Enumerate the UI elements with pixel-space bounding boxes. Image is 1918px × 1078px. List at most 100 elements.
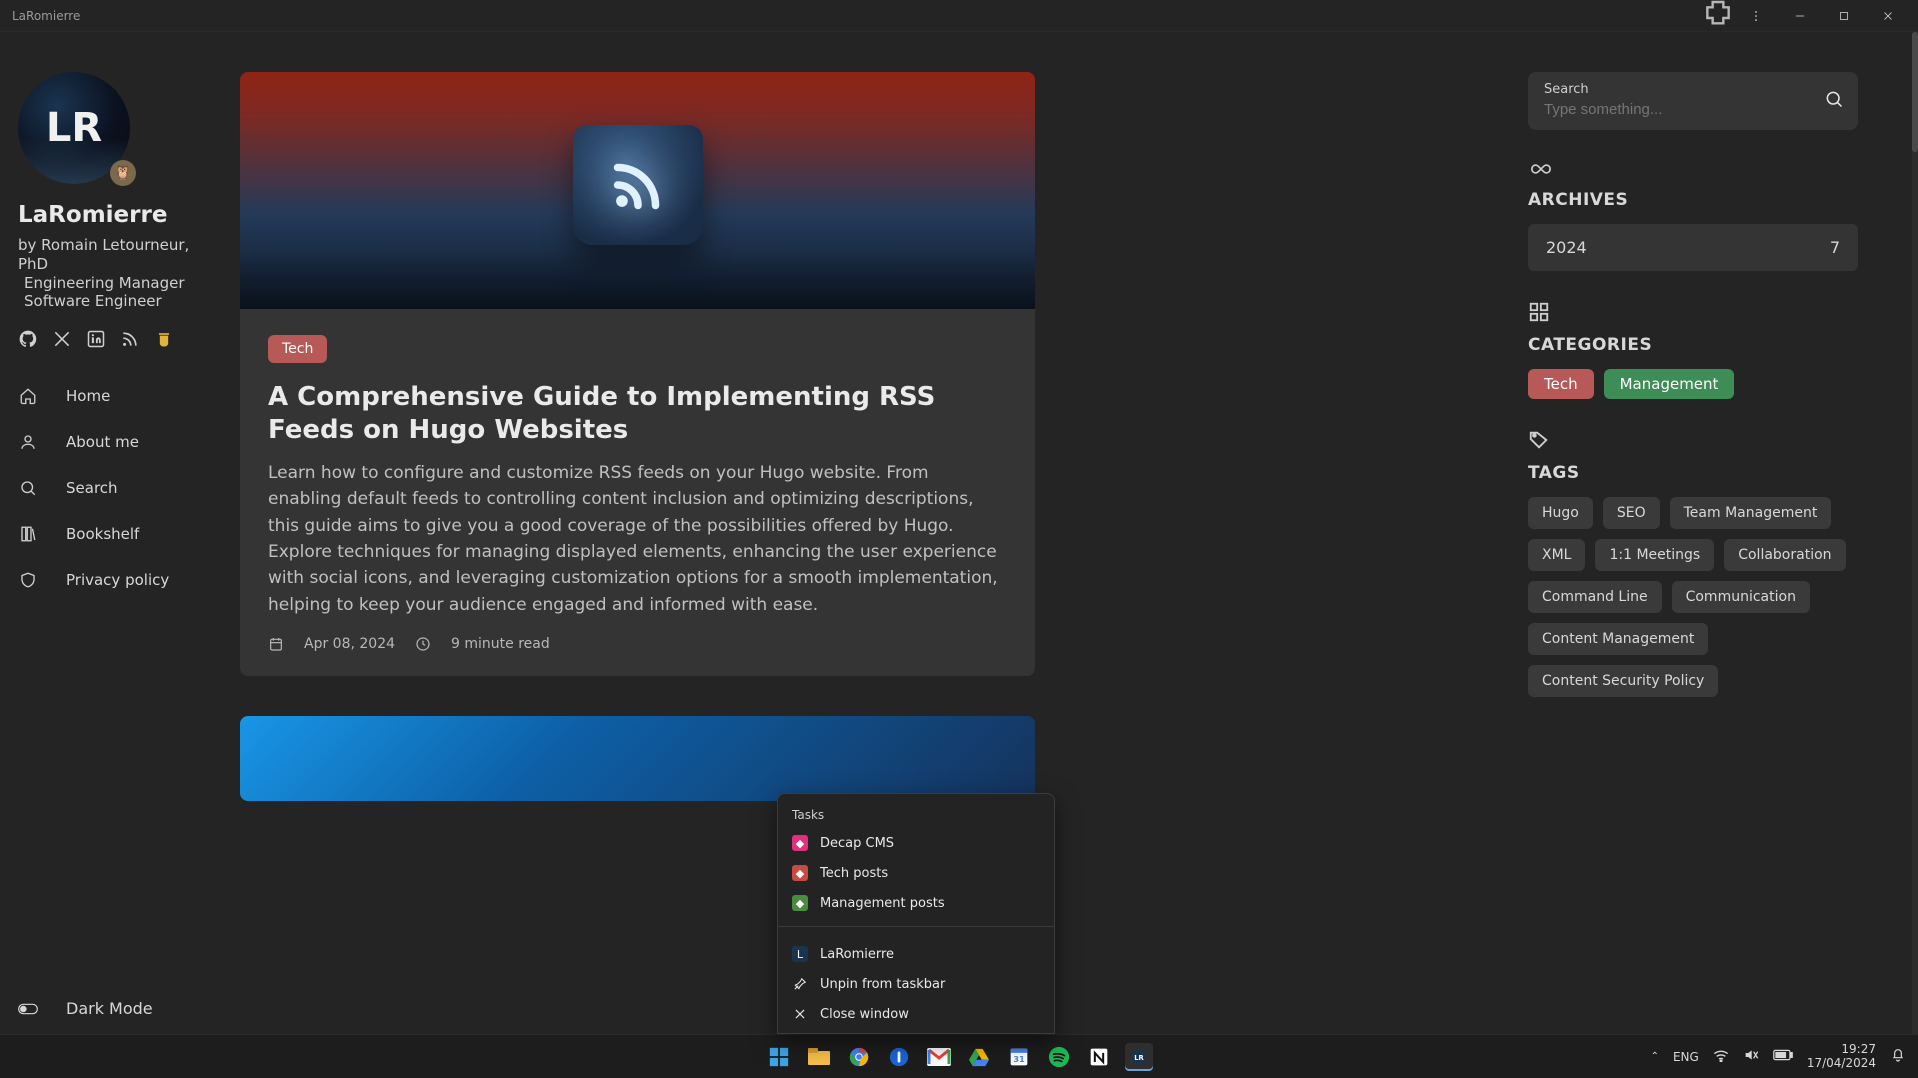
post-date: Apr 08, 2024 [304,636,395,652]
archive-count: 7 [1830,238,1840,257]
jumplist-task-label: Decap CMS [820,836,894,851]
jumplist-task-label: Management posts [820,896,945,911]
battery-icon[interactable] [1773,1049,1793,1064]
minimize-button[interactable] [1778,2,1822,30]
tag-chip[interactable]: Team Management [1670,497,1832,529]
archives-heading: ARCHIVES [1528,190,1858,210]
coffee-icon[interactable] [154,329,174,349]
notion-icon[interactable] [1085,1043,1113,1071]
svg-text:31: 31 [1013,1054,1025,1064]
jumplist-tasks-header: Tasks [778,802,1054,828]
dark-mode-label: Dark Mode [66,999,153,1018]
taskbar-jumplist: Tasks ◆ Decap CMS ◆ Tech posts ◆ Managem… [777,793,1055,1034]
taskbar-clock[interactable]: 19:27 17/04/2024 [1807,1043,1876,1071]
search-box[interactable]: Search [1528,72,1858,130]
toggle-icon [18,1002,38,1016]
taskbar: 31 LR ⌃ ENG 19:27 17/04/2024 [0,1034,1918,1078]
tag-chip[interactable]: Hugo [1528,497,1593,529]
tag-chip[interactable]: Content Security Policy [1528,665,1718,697]
archive-year: 2024 [1546,238,1587,257]
nav-menu: Home About me Search Bookshelf Privacy p… [18,377,222,599]
wifi-icon[interactable] [1713,1048,1729,1065]
nav-bookshelf[interactable]: Bookshelf [18,515,222,553]
nav-about[interactable]: About me [18,423,222,461]
start-button[interactable] [765,1043,793,1071]
site-title[interactable]: LaRomierre [18,202,222,228]
task-app-icon: ◆ [792,895,808,911]
close-icon [792,1006,808,1022]
post-card-next[interactable] [240,716,1035,801]
notifications-icon[interactable] [1890,1047,1906,1066]
tag-chip[interactable]: Communication [1672,581,1810,613]
task-app-icon: ◆ [792,865,808,881]
close-window-button[interactable] [1866,2,1910,30]
unpin-icon [792,976,808,992]
nav-home[interactable]: Home [18,377,222,415]
tag-chip[interactable]: 1:1 Meetings [1595,539,1714,571]
search-icon[interactable] [1824,89,1844,113]
svg-text:LR: LR [1134,1054,1144,1062]
nav-label: Search [66,479,118,497]
github-icon[interactable] [18,329,38,349]
tag-chip[interactable]: Command Line [1528,581,1662,613]
nav-privacy[interactable]: Privacy policy [18,561,222,599]
x-icon[interactable] [52,329,72,349]
task-app-icon: ◆ [792,835,808,851]
jumplist-app-item[interactable]: L LaRomierre [778,939,1054,969]
jumplist-task-item[interactable]: ◆ Management posts [778,888,1054,918]
hero-rss-icon [573,125,703,245]
category-management[interactable]: Management [1604,369,1735,399]
explorer-icon[interactable] [805,1043,833,1071]
drive-icon[interactable] [965,1043,993,1071]
jumplist-task-label: Tech posts [820,866,888,881]
tag-chip[interactable]: Collaboration [1724,539,1845,571]
linkedin-icon[interactable] [86,329,106,349]
nav-label: About me [66,433,139,451]
tags-list: Hugo SEO Team Management XML 1:1 Meeting… [1528,497,1858,697]
post-card[interactable]: Tech A Comprehensive Guide to Implementi… [240,72,1035,676]
language-indicator[interactable]: ENG [1673,1050,1699,1064]
chrome-icon[interactable] [845,1043,873,1071]
onepassword-icon[interactable] [885,1043,913,1071]
right-sidebar: Search ARCHIVES 2024 7 CATEGORIES Tech M… [1498,32,1918,1034]
nav-label: Privacy policy [66,571,169,589]
rss-icon[interactable] [120,329,140,349]
volume-icon[interactable] [1743,1048,1759,1065]
search-input[interactable] [1544,101,1842,118]
jumplist-task-item[interactable]: ◆ Tech posts [778,858,1054,888]
tray-overflow-icon[interactable]: ⌃ [1651,1051,1659,1062]
archive-year-row[interactable]: 2024 7 [1528,224,1858,271]
scrollbar-thumb[interactable] [1912,32,1918,152]
tag-chip[interactable]: XML [1528,539,1585,571]
app-icon: L [792,946,808,962]
maximize-button[interactable] [1822,2,1866,30]
post-hero-image-2 [240,716,1035,801]
tag-chip[interactable]: SEO [1603,497,1660,529]
category-tech[interactable]: Tech [1528,369,1594,399]
calendar-icon[interactable]: 31 [1005,1043,1033,1071]
scrollbar-track[interactable] [1912,32,1918,1034]
post-category-pill[interactable]: Tech [268,335,327,363]
tag-chip[interactable]: Content Management [1528,623,1708,655]
spotify-icon[interactable] [1045,1043,1073,1071]
dark-mode-toggle[interactable]: Dark Mode [18,999,153,1018]
jumplist-close-label: Close window [820,1007,909,1022]
calendar-icon [268,636,284,652]
laromierre-app-icon[interactable]: LR [1125,1043,1153,1071]
gmail-icon[interactable] [925,1043,953,1071]
nav-search[interactable]: Search [18,469,222,507]
nav-label: Bookshelf [66,525,139,543]
book-icon [18,525,38,543]
jumplist-task-item[interactable]: ◆ Decap CMS [778,828,1054,858]
jumplist-close[interactable]: Close window [778,999,1054,1029]
extensions-icon[interactable] [1702,0,1734,34]
post-description: Learn how to configure and customize RSS… [268,460,1007,618]
taskbar-date: 17/04/2024 [1807,1057,1876,1071]
kebab-menu-icon[interactable] [1734,2,1778,30]
post-title[interactable]: A Comprehensive Guide to Implementing RS… [268,381,1007,446]
jumplist-unpin[interactable]: Unpin from taskbar [778,969,1054,999]
nav-label: Home [66,387,110,405]
jumplist-app-label: LaRomierre [820,947,894,962]
tags-heading: TAGS [1528,463,1858,483]
sidebar: LR 🦉 LaRomierre by Romain Letourneur, Ph… [0,32,240,1034]
